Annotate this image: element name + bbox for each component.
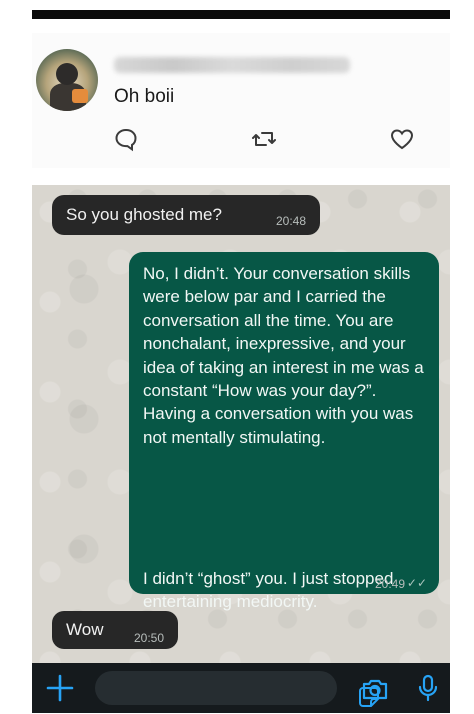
message-text: Wow	[66, 620, 104, 639]
message-time: 20:50	[133, 631, 164, 645]
avatar-figure-head	[56, 63, 78, 85]
message-outgoing[interactable]: No, I didn’t. Your conversation skills w…	[129, 252, 439, 611]
chat-thread[interactable]: So you ghosted me? 20:48 No, I didn’t. Y…	[32, 185, 450, 663]
avatar-figure-bag	[72, 89, 88, 103]
message-text: So you ghosted me?	[66, 205, 222, 224]
blurred-username	[114, 57, 350, 73]
message-incoming[interactable]: So you ghosted me? 20:48	[52, 195, 320, 235]
like-icon[interactable]	[388, 125, 416, 153]
plus-icon[interactable]	[44, 672, 76, 704]
tweet-card[interactable]: Oh boii	[32, 33, 450, 168]
top-bar	[32, 10, 450, 19]
avatar[interactable]	[36, 49, 98, 111]
message-input[interactable]	[95, 671, 379, 707]
message-text-paragraph-1: No, I didn’t. Your conversation skills w…	[143, 264, 424, 447]
message-composer	[32, 663, 450, 713]
tweet-text: Oh boii	[114, 86, 175, 107]
message-incoming[interactable]: Wow 20:50	[52, 611, 178, 649]
mic-icon[interactable]	[417, 673, 439, 703]
reply-icon[interactable]	[112, 125, 140, 153]
camera-icon[interactable]	[360, 675, 390, 703]
tweet-actions	[32, 125, 450, 155]
message-time: 20:49	[374, 577, 405, 591]
message-time: 20:48	[275, 214, 306, 228]
read-ticks-icon: ✓✓	[406, 576, 427, 590]
retweet-icon[interactable]	[250, 125, 278, 153]
